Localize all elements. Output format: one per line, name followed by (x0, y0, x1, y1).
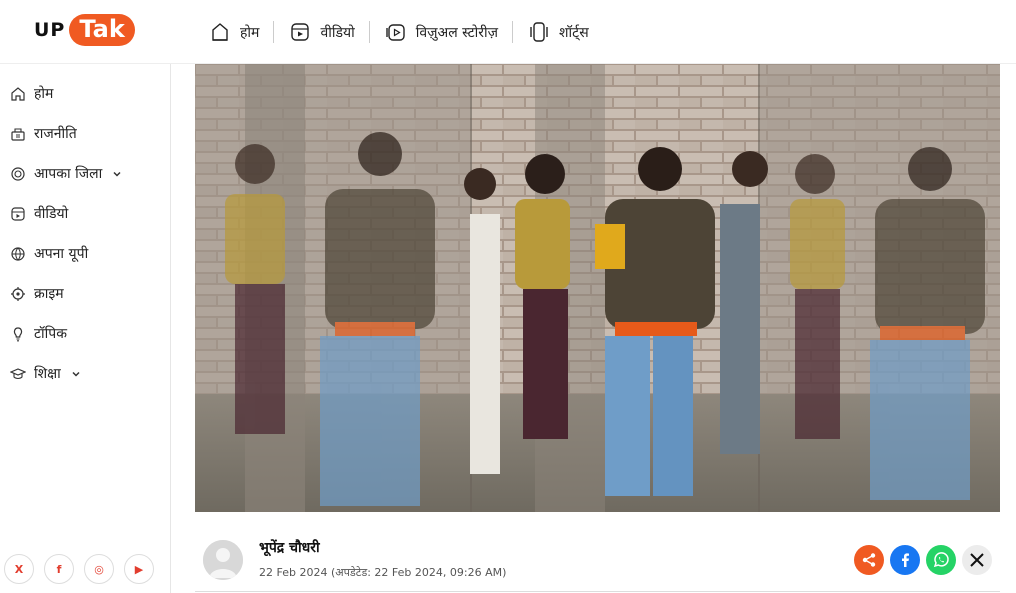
topnav-video-label: वीडियो (320, 24, 355, 41)
facebook-icon (902, 553, 909, 567)
video-frame-image (195, 64, 1000, 512)
sidebar-item-label: वीडियो (34, 206, 69, 222)
user-silhouette-icon (203, 540, 243, 580)
sidebar-item-home[interactable]: होम (10, 84, 53, 103)
top-navigation: होम वीडियो विज़ुअल स्टोरीज़ शॉर्ट्स (210, 18, 603, 46)
facebook-icon: f (56, 562, 62, 576)
shorts-icon (530, 22, 548, 42)
sidebar-item-education[interactable]: शिक्षा (10, 364, 81, 383)
video-play-icon (291, 23, 310, 41)
home-outline-icon (212, 23, 228, 41)
whatsapp-icon (933, 552, 949, 568)
sidebar-item-label: राजनीति (34, 126, 77, 142)
x-icon: X (14, 562, 24, 576)
sidebar-item-label: आपका जिला (34, 166, 103, 182)
politics-icon (11, 127, 25, 141)
x-share-button[interactable] (962, 545, 992, 575)
divider (273, 21, 275, 43)
social-links: X f ◎ ▶ (4, 554, 164, 584)
logo-up-text: UP (34, 19, 66, 41)
topnav-home-label: होम (240, 24, 260, 41)
topnav-video[interactable]: वीडियो (290, 21, 368, 43)
chevron-down-icon[interactable] (71, 369, 81, 379)
logo-tak-text: Tak (69, 14, 135, 46)
article-hero-video[interactable] (195, 64, 1000, 512)
x-social-button[interactable]: X (4, 554, 34, 584)
district-icon (11, 166, 25, 181)
chevron-down-icon[interactable] (112, 169, 122, 179)
sidebar-item-label: क्राइम (34, 286, 64, 302)
sidebar-item-apna-up[interactable]: अपना यूपी (10, 244, 88, 263)
topnav-visual-stories[interactable]: विज़ुअल स्टोरीज़ (386, 21, 512, 43)
stories-play-icon (386, 24, 405, 41)
topnav-visual-stories-label: विज़ुअल स्टोरीज़ (415, 24, 499, 41)
sidebar-item-district[interactable]: आपका जिला (10, 164, 122, 183)
topnav-shorts[interactable]: शॉर्ट्स (529, 21, 603, 43)
sidebar-item-label: होम (34, 86, 54, 102)
x-icon (970, 553, 984, 567)
divider (512, 21, 514, 43)
author-avatar[interactable] (203, 540, 243, 580)
share-buttons (848, 545, 992, 575)
facebook-social-button[interactable]: f (44, 554, 74, 584)
video-icon (11, 206, 25, 221)
topnav-shorts-label: शॉर्ट्स (559, 24, 589, 41)
bulb-icon (13, 326, 23, 341)
crime-target-icon (11, 286, 25, 301)
divider (368, 21, 370, 43)
whatsapp-share-button[interactable] (926, 545, 956, 575)
sidebar-item-topic[interactable]: टॉपिक (10, 324, 67, 343)
sidebar-item-label: टॉपिक (34, 326, 68, 342)
facebook-share-button[interactable] (890, 545, 920, 575)
youtube-social-button[interactable]: ▶ (124, 554, 154, 584)
sidebar-item-label: शिक्षा (34, 366, 61, 382)
publish-date: 22 Feb 2024 (अपडेटेड: 22 Feb 2024, 09:26… (259, 566, 507, 579)
sidebar-item-crime[interactable]: क्राइम (10, 284, 64, 303)
uptak-logo[interactable]: UP Tak (34, 14, 135, 46)
home-icon (11, 86, 25, 101)
globe-icon (11, 246, 25, 261)
share-icon (862, 553, 876, 567)
sidebar: होम राजनीति आपका जिला वीडियो अपना यूपी क… (0, 64, 171, 593)
author-name[interactable]: भूपेंद्र चौधरी (259, 538, 320, 557)
instagram-icon: ◎ (94, 562, 104, 576)
youtube-icon: ▶ (134, 562, 144, 576)
topnav-home[interactable]: होम (210, 21, 273, 43)
sidebar-item-video[interactable]: वीडियो (10, 204, 68, 223)
article-byline: भूपेंद्र चौधरी 22 Feb 2024 (अपडेटेड: 22 … (195, 520, 1000, 592)
top-header: UP Tak होम वीडियो विज़ुअल स्टोरीज़ शॉर्ट… (0, 0, 1016, 64)
instagram-social-button[interactable]: ◎ (84, 554, 114, 584)
share-button[interactable] (854, 545, 884, 575)
sidebar-item-politics[interactable]: राजनीति (10, 124, 77, 143)
sidebar-item-label: अपना यूपी (34, 246, 89, 262)
education-cap-icon (10, 367, 26, 379)
